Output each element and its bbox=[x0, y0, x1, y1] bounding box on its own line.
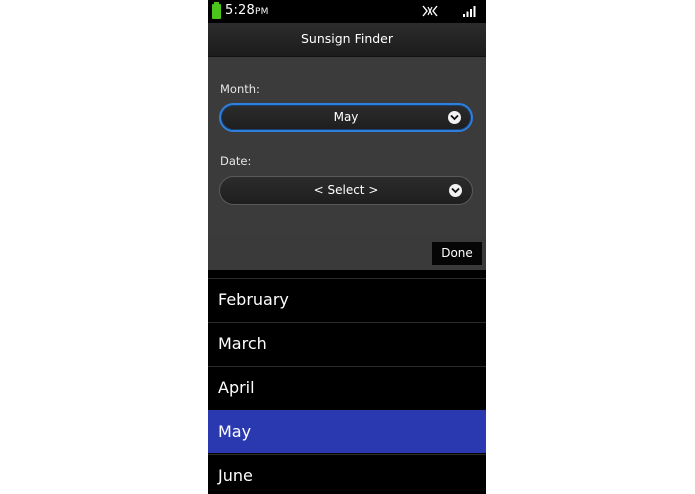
done-button[interactable]: Done bbox=[432, 242, 482, 265]
status-ampm: PM bbox=[255, 7, 269, 17]
month-dropdown-value: May bbox=[333, 110, 359, 124]
date-label: Date: bbox=[220, 154, 252, 168]
month-label: Month: bbox=[220, 82, 260, 96]
chevron-down-icon bbox=[448, 111, 461, 124]
chevron-down-icon bbox=[449, 184, 462, 197]
network-icon bbox=[422, 5, 438, 17]
picker-item-march[interactable]: March bbox=[208, 322, 486, 365]
status-time: 5:28 bbox=[225, 3, 255, 18]
status-clock: 5:28PM bbox=[225, 3, 269, 20]
picker-item-february[interactable]: February bbox=[208, 278, 486, 321]
signal-icon bbox=[463, 6, 476, 17]
month-picker-list[interactable]: February March April May June bbox=[208, 270, 486, 494]
picker-item-may[interactable]: May bbox=[208, 410, 486, 453]
date-dropdown[interactable]: < Select > bbox=[219, 176, 473, 205]
app-title: Sunsign Finder bbox=[300, 31, 394, 46]
status-bar: 5:28PM bbox=[208, 0, 486, 23]
month-dropdown[interactable]: May bbox=[219, 103, 473, 132]
picker-item-april[interactable]: April bbox=[208, 366, 486, 409]
form-panel: Month: May Date: < Select > bbox=[208, 57, 486, 237]
title-bar: Sunsign Finder bbox=[208, 23, 486, 57]
phone-screen: 5:28PM Sunsign Finder Month: May Date: <… bbox=[208, 0, 486, 494]
picker-item-june[interactable]: June bbox=[208, 454, 486, 494]
battery-icon bbox=[212, 2, 221, 19]
date-dropdown-value: < Select > bbox=[313, 183, 379, 197]
picker-header: Done bbox=[208, 237, 486, 270]
